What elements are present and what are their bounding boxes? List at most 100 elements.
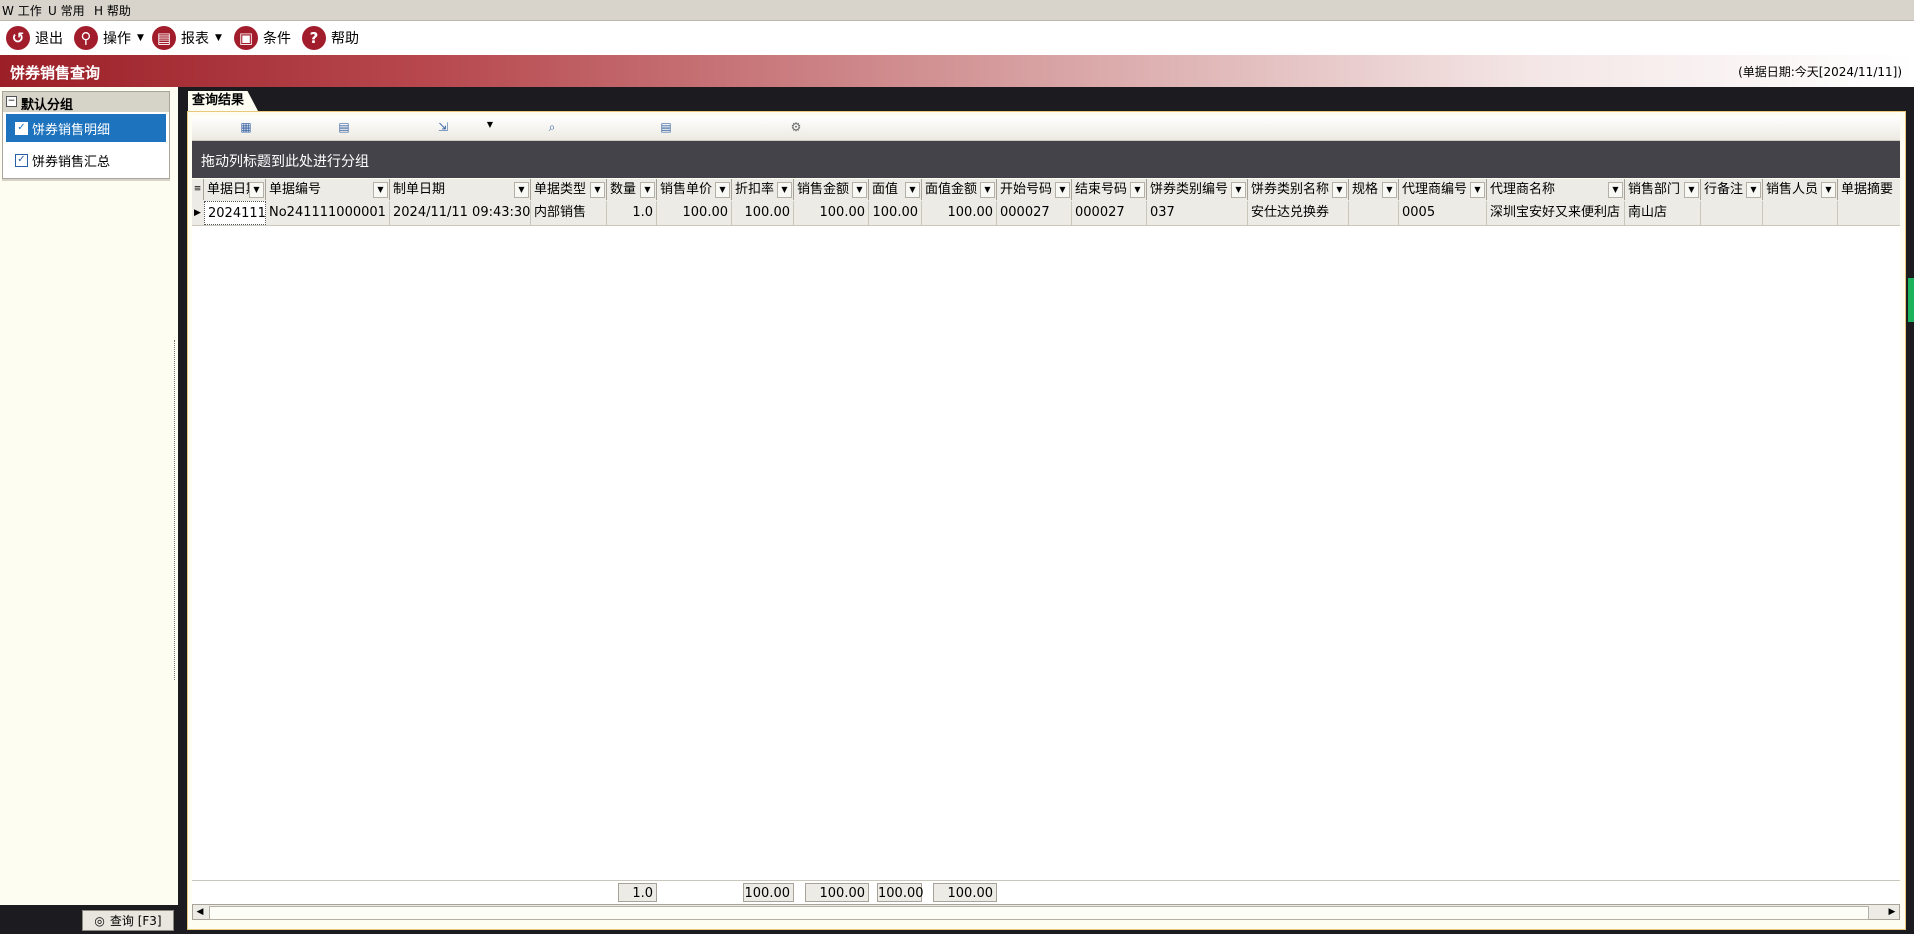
help-button[interactable]: ? 帮助: [302, 25, 359, 51]
col-header[interactable]: 面值 ▼: [869, 179, 922, 200]
chevron-down-icon: ▼: [215, 33, 222, 43]
cell[interactable]: [1838, 201, 1900, 225]
left-panel: [0, 87, 178, 905]
dropdown-icon: ▼: [905, 182, 920, 198]
cell[interactable]: 南山店: [1625, 201, 1701, 225]
menu-common[interactable]: U 常用: [48, 2, 85, 19]
cell[interactable]: [1763, 201, 1838, 225]
report-button[interactable]: ▤ 报表 ▼: [152, 25, 222, 51]
col-header[interactable]: 单据日期 ▼: [204, 179, 266, 200]
condition-button[interactable]: ▣ 条件: [234, 25, 291, 51]
cell[interactable]: 100.00: [657, 201, 732, 225]
cell[interactable]: 100.00: [922, 201, 997, 225]
col-header[interactable]: 结束号码 ▼: [1072, 179, 1147, 200]
cell[interactable]: 20241111: [204, 201, 266, 225]
col-header[interactable]: 代理商编号 ▼: [1399, 179, 1487, 200]
menu-help[interactable]: H 帮助: [94, 2, 131, 19]
dropdown-icon: ▼: [1684, 182, 1699, 198]
dropdown-icon: ▼: [1332, 182, 1347, 198]
dropdown-icon: ▼: [590, 182, 605, 198]
tab-query-result[interactable]: 查询结果: [188, 91, 259, 111]
cell[interactable]: 100.00: [869, 201, 922, 225]
condition-icon: ▣: [234, 26, 258, 50]
exit-button[interactable]: ↺ 退出: [6, 25, 63, 51]
col-header[interactable]: 销售金额 ▼: [794, 179, 869, 200]
dropdown-icon: ▼: [1130, 182, 1145, 198]
menu-work[interactable]: W 工作: [2, 2, 42, 19]
col-header[interactable]: 制单日期 ▼: [390, 179, 531, 200]
scroll-thumb[interactable]: [209, 906, 1869, 920]
col-header[interactable]: 代理商名称 ▼: [1487, 179, 1625, 200]
cell[interactable]: [1701, 201, 1763, 225]
cell[interactable]: 内部销售: [531, 201, 607, 225]
find-icon[interactable]: ⌕: [544, 120, 560, 136]
date-filter-note: (单据日期:今天[2024/11/11]): [1738, 65, 1902, 79]
collapse-icon[interactable]: −: [6, 96, 17, 107]
dropdown-icon: ▼: [1470, 182, 1485, 198]
col-header[interactable]: 单据编号 ▼: [266, 179, 390, 200]
settings-icon[interactable]: ⚙: [788, 120, 804, 136]
search-icon: ⚲: [74, 26, 98, 50]
col-header[interactable]: 数量 ▼: [607, 179, 657, 200]
panel-splitter[interactable]: [174, 340, 179, 680]
printer-icon[interactable]: ▤: [658, 120, 674, 136]
nav-item-sales-summary[interactable]: ✓ 饼券销售汇总: [6, 146, 166, 174]
col-header[interactable]: 开始号码 ▼: [997, 179, 1072, 200]
cell[interactable]: No241111000001: [266, 201, 390, 225]
title-band: 饼券销售查询 (单据日期:今天[2024/11/11]): [0, 55, 1914, 87]
cell[interactable]: 100.00: [732, 201, 794, 225]
col-header[interactable]: 销售人员 ▼: [1763, 179, 1838, 200]
operate-button[interactable]: ⚲ 操作 ▼: [74, 25, 144, 51]
scroll-left-icon[interactable]: ◀: [193, 905, 207, 919]
row-selector-icon[interactable]: ≡: [192, 179, 204, 200]
cell[interactable]: 000027: [997, 201, 1072, 225]
cell[interactable]: 037: [1147, 201, 1248, 225]
horizontal-scrollbar[interactable]: ◀ ▶: [192, 904, 1900, 920]
group-by-area[interactable]: 拖动列标题到此处进行分组: [192, 141, 1900, 178]
dropdown-icon: ▼: [980, 182, 995, 198]
col-header[interactable]: 单据类型 ▼: [531, 179, 607, 200]
cell[interactable]: 2024/11/11 09:43:30: [390, 201, 531, 225]
cell[interactable]: 100.00: [794, 201, 869, 225]
help-icon: ?: [302, 26, 326, 50]
dropdown-icon: ▼: [1746, 182, 1761, 198]
cell[interactable]: 安仕达兑换券: [1248, 201, 1349, 225]
export-icon[interactable]: ⇲: [435, 120, 451, 136]
cell[interactable]: [1349, 201, 1399, 225]
cell[interactable]: 深圳宝安好又来便利店: [1487, 201, 1625, 225]
collapse-group-icon[interactable]: ▤: [336, 120, 352, 136]
expand-icon[interactable]: ▦: [238, 120, 254, 136]
menu-bar: W 工作 U 常用 H 帮助: [0, 0, 1914, 21]
col-header[interactable]: 行备注 ▼: [1701, 179, 1763, 200]
nav-item-sales-detail[interactable]: ✓ 饼券销售明细: [6, 114, 166, 142]
row-pointer-icon: ▶: [194, 208, 201, 218]
col-header[interactable]: 单据摘要: [1838, 179, 1900, 200]
col-header[interactable]: 饼券类别名称 ▼: [1248, 179, 1349, 200]
cell[interactable]: 0005: [1399, 201, 1487, 225]
query-button[interactable]: ◎ 查询 [F3]: [82, 910, 174, 931]
dropdown-icon: ▼: [1382, 182, 1397, 198]
col-header[interactable]: 面值金额 ▼: [922, 179, 997, 200]
col-header[interactable]: 规格 ▼: [1349, 179, 1399, 200]
dropdown-icon: ▼: [373, 182, 388, 198]
col-header[interactable]: 销售单价 ▼: [657, 179, 732, 200]
table-row[interactable]: ▶ 20241111 No241111000001 2024/11/11 09:…: [192, 201, 1900, 226]
grid-header: ≡ 单据日期 ▼ 单据编号 ▼ 制单日期 ▼ 单据类型 ▼ 数量 ▼ 销售单价 ▼ 折扣率 ▼…: [192, 179, 1900, 202]
cell[interactable]: 000027: [1072, 201, 1147, 225]
sum-face-value: 100.00: [877, 883, 924, 902]
cell[interactable]: 1.0: [607, 201, 657, 225]
binoculars-icon: ◎: [94, 913, 105, 928]
chevron-down-icon[interactable]: ▼: [482, 120, 498, 136]
col-header[interactable]: 折扣率 ▼: [732, 179, 794, 200]
scroll-right-icon[interactable]: ▶: [1885, 905, 1899, 919]
dropdown-icon: ▼: [1608, 182, 1623, 198]
nav-group-title: 默认分组: [21, 98, 74, 113]
tab-strip: 查询结果: [184, 91, 1906, 111]
col-header[interactable]: 销售部门 ▼: [1625, 179, 1701, 200]
sum-sales-amount: 100.00: [805, 883, 869, 902]
nav-group-header[interactable]: − 默认分组: [2, 91, 170, 113]
nav-group-body: ✓ 饼券销售明细 ✓ 饼券销售汇总: [2, 112, 170, 179]
toolbar: ↺ 退出 ⚲ 操作 ▼ ▤ 报表 ▼ ▣ 条件 ? 帮助: [0, 21, 1914, 55]
col-header[interactable]: 饼券类别编号 ▼: [1147, 179, 1248, 200]
page-title: 饼券销售查询: [10, 64, 101, 82]
